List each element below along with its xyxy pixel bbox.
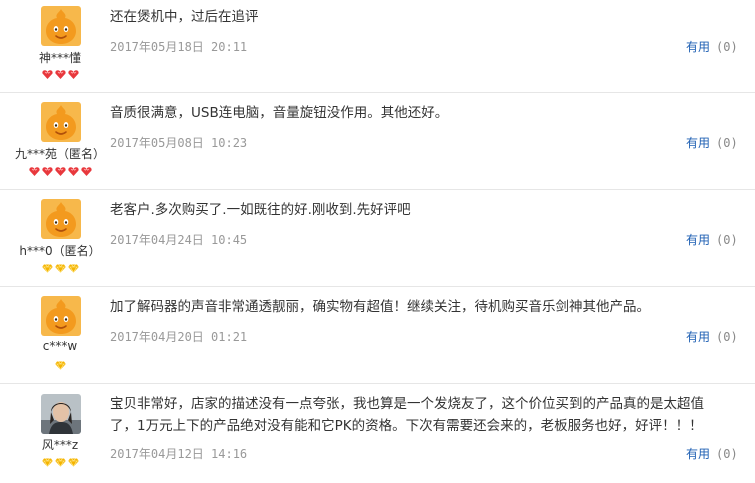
- user-level: [0, 264, 120, 273]
- useful-button[interactable]: 有用 (0): [686, 328, 738, 345]
- avatar[interactable]: [41, 394, 81, 434]
- user-level: [0, 70, 120, 79]
- red-heart-gem-icon: [29, 167, 40, 176]
- yellow-diamond-icon: [68, 458, 79, 467]
- avatar[interactable]: [41, 102, 81, 142]
- yellow-diamond-icon: [55, 361, 66, 370]
- user-level: [0, 458, 120, 467]
- useful-count: (0): [716, 136, 738, 150]
- useful-count: (0): [716, 233, 738, 247]
- review-item: 神***懂 还在煲机中，过后在追评 2017年05月18日 20:11 有用 (0…: [0, 0, 755, 93]
- yellow-diamond-icon: [55, 458, 66, 467]
- reviewer-name: 风***z: [41, 438, 79, 452]
- reviewer-name: c***w: [42, 339, 78, 353]
- review-item: 风***z 宝贝非常好，店家的描述没有一点夸张，我也算是一个发烧友了，这个价位买…: [0, 384, 755, 483]
- avatar[interactable]: [41, 199, 81, 239]
- review-item: c***w 加了解码器的声音非常通透靓丽，确实物有超值！继续关注，待机购买音乐剑…: [0, 287, 755, 384]
- useful-count: (0): [716, 330, 738, 344]
- yellow-diamond-icon: [55, 264, 66, 273]
- useful-button[interactable]: 有用 (0): [686, 231, 738, 248]
- review-date: 2017年05月08日 10:23: [110, 136, 248, 150]
- useful-count: (0): [716, 447, 738, 461]
- avatar[interactable]: [41, 296, 81, 336]
- review-content: 加了解码器的声音非常通透靓丽，确实物有超值！继续关注，待机购买音乐剑神其他产品。: [110, 299, 650, 315]
- review-content: 老客户.多次购买了.一如既往的好.刚收到.先好评吧: [110, 202, 411, 218]
- user-level: [0, 167, 120, 176]
- red-heart-gem-icon: [42, 167, 53, 176]
- useful-button[interactable]: 有用 (0): [686, 445, 738, 462]
- useful-label[interactable]: 有用: [686, 136, 710, 150]
- red-heart-gem-icon: [55, 167, 66, 176]
- review-content: 宝贝非常好，店家的描述没有一点夸张，我也算是一个发烧友了，这个价位买到的产品真的…: [110, 396, 704, 434]
- useful-label[interactable]: 有用: [686, 233, 710, 247]
- useful-label[interactable]: 有用: [686, 330, 710, 344]
- yellow-diamond-icon: [42, 458, 53, 467]
- red-heart-gem-icon: [55, 70, 66, 79]
- yellow-diamond-icon: [42, 264, 53, 273]
- reviewer-name: 神***懂: [38, 51, 81, 65]
- useful-label[interactable]: 有用: [686, 447, 710, 461]
- review-content: 还在煲机中，过后在追评: [110, 9, 259, 25]
- user-level: [0, 361, 120, 370]
- yellow-diamond-icon: [68, 264, 79, 273]
- review-content: 音质很满意，USB连电脑，音量旋钮没作用。其他还好。: [110, 105, 449, 121]
- reviewer-name: 九***苑（匿名）: [14, 147, 105, 161]
- review-date: 2017年04月12日 14:16: [110, 447, 248, 461]
- review-date: 2017年04月24日 10:45: [110, 233, 248, 247]
- red-heart-gem-icon: [68, 70, 79, 79]
- review-item: h***0（匿名） 老客户.多次购买了.一如既往的好.刚收到.先好评吧 2017…: [0, 190, 755, 287]
- red-heart-gem-icon: [42, 70, 53, 79]
- avatar[interactable]: [41, 6, 81, 46]
- reviewer-name: h***0（匿名）: [19, 244, 101, 258]
- useful-button[interactable]: 有用 (0): [686, 134, 738, 151]
- useful-label[interactable]: 有用: [686, 40, 710, 54]
- review-date: 2017年05月18日 20:11: [110, 40, 248, 54]
- red-heart-gem-icon: [81, 167, 92, 176]
- red-heart-gem-icon: [68, 167, 79, 176]
- review-date: 2017年04月20日 01:21: [110, 330, 248, 344]
- review-item: 九***苑（匿名） 音质很满意，USB连电脑，音量旋钮没作用。其他还好。 201…: [0, 93, 755, 190]
- useful-button[interactable]: 有用 (0): [686, 38, 738, 55]
- useful-count: (0): [716, 40, 738, 54]
